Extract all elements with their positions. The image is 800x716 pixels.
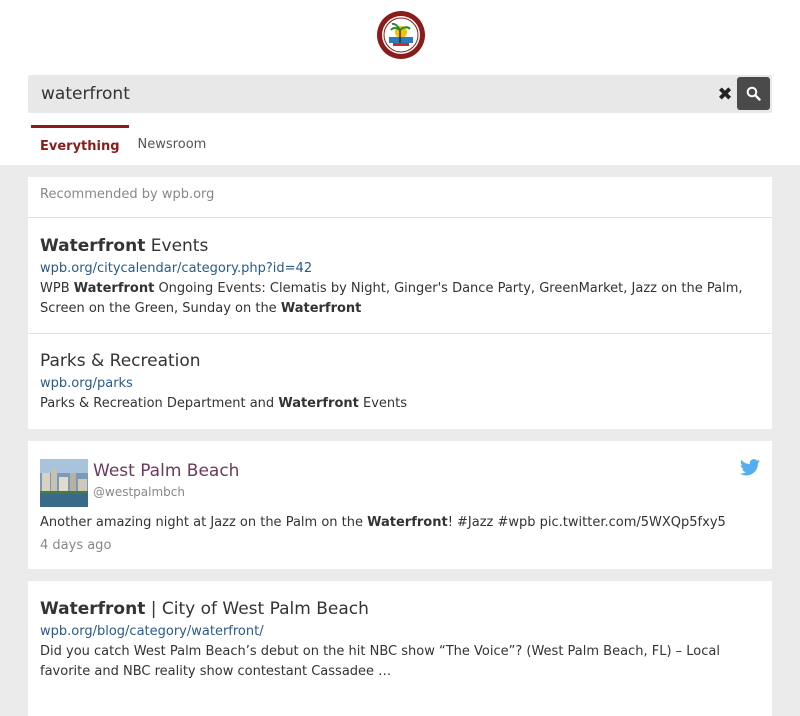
list-item: Parks & Recreation wpb.org/parks Parks &… <box>28 334 772 429</box>
result-description: Did you catch West Palm Beach’s debut on… <box>40 644 720 679</box>
result-title-rest: Parks & Recreation <box>40 351 201 371</box>
desc-highlight: Waterfront <box>73 281 155 296</box>
desc-text: Events <box>358 396 408 411</box>
result-title-bold: Waterfront <box>40 599 146 619</box>
desc-text: Parks & Recreation Department and <box>40 396 279 411</box>
search-icon <box>746 86 761 101</box>
result-title[interactable]: Waterfront Events <box>40 236 760 256</box>
tweet-timestamp[interactable]: 4 days ago <box>40 538 760 553</box>
result-tabs: Everything Newsroom <box>31 125 215 165</box>
twitter-bird-icon[interactable] <box>740 459 760 480</box>
result-url[interactable]: wpb.org/citycalendar/category.php?id=42 <box>40 261 760 276</box>
result-title-bold: Waterfront <box>40 236 146 256</box>
tweet-text-highlight: Waterfront <box>367 515 448 530</box>
list-item: Waterfront | City of West Palm Beach wpb… <box>28 581 772 697</box>
tweet-author-handle: @westpalmbch <box>93 485 185 499</box>
result-description: WPB Waterfront Ongoing Events: Clematis … <box>40 279 760 319</box>
clear-search-button[interactable]: ✖ <box>712 81 738 107</box>
tab-newsroom[interactable]: Newsroom <box>129 125 216 165</box>
avatar[interactable] <box>40 459 88 507</box>
search-input[interactable] <box>28 75 708 113</box>
recommended-heading: Recommended by wpb.org <box>28 177 772 218</box>
list-item: Waterfront Events wpb.org/citycalendar/c… <box>28 218 772 334</box>
tweet-text-part: ! #Jazz #wpb pic.twitter.com/5WXQp5fxy5 <box>447 515 726 530</box>
tweet-author-name[interactable]: West Palm Beach <box>93 461 239 481</box>
web-results-panel: Waterfront | City of West Palm Beach wpb… <box>28 581 772 716</box>
tweet-text: Another amazing night at Jazz on the Pal… <box>40 515 760 530</box>
city-seal-logo[interactable] <box>376 10 426 60</box>
close-icon: ✖ <box>717 84 733 104</box>
result-title[interactable]: Waterfront | City of West Palm Beach <box>40 599 760 619</box>
recommended-panel: Recommended by wpb.org Waterfront Events… <box>28 177 772 429</box>
result-title-rest: Events <box>145 236 209 256</box>
result-description: Parks & Recreation Department and Waterf… <box>40 394 760 414</box>
header: ✖ Everything Newsroom <box>0 0 800 165</box>
search-bar: ✖ <box>28 75 772 113</box>
result-title-rest: | City of West Palm Beach <box>145 599 369 619</box>
desc-highlight: Waterfront <box>278 396 359 411</box>
tab-everything[interactable]: Everything <box>31 125 129 165</box>
result-title[interactable]: Parks & Recreation <box>40 351 760 371</box>
tweet-header: West Palm Beach @westpalmbch <box>40 459 760 509</box>
desc-highlight: Waterfront <box>280 301 362 316</box>
desc-text: WPB <box>40 281 74 296</box>
tweet-text-part: Another amazing night at Jazz on the Pal… <box>40 515 368 530</box>
result-url[interactable]: wpb.org/blog/category/waterfront/ <box>40 624 760 639</box>
result-url[interactable]: wpb.org/parks <box>40 376 760 391</box>
tweet-card: West Palm Beach @westpalmbch Another ama… <box>28 441 772 569</box>
search-button[interactable] <box>737 77 770 110</box>
